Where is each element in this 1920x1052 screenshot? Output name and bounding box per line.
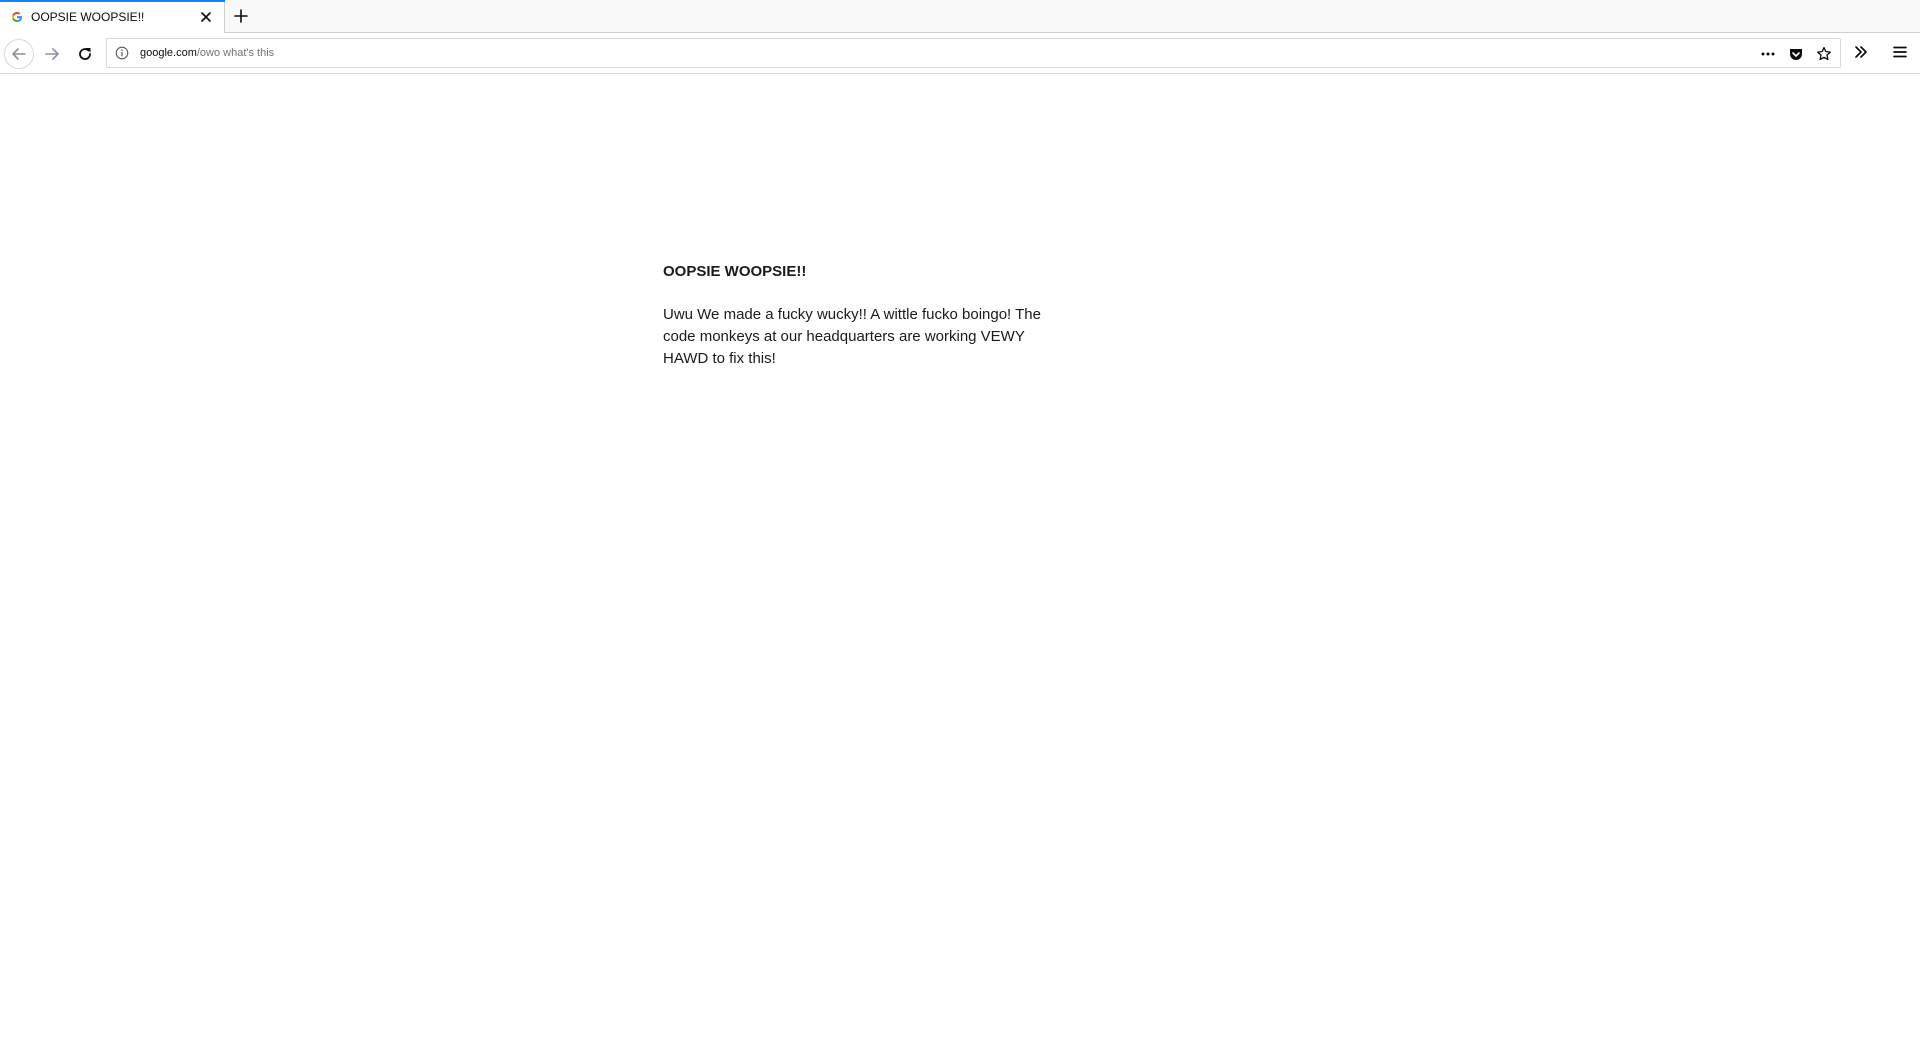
error-message-block: OOPSIE WOOPSIE!! Uwu We made a fucky wuc… (663, 262, 1053, 370)
forward-button[interactable] (40, 42, 64, 66)
back-arrow-icon (12, 48, 26, 60)
tab-title: OOPSIE WOOPSIE!! (31, 10, 145, 24)
info-icon[interactable] (115, 46, 129, 60)
url-bar[interactable]: google.com/owo what's this (106, 38, 1841, 68)
navigation-toolbar: google.com/owo what's this (0, 33, 1920, 74)
url-domain: google.com (140, 47, 197, 59)
page-actions-button[interactable] (1759, 45, 1777, 63)
chevron-double-right-icon (1855, 46, 1867, 58)
reload-icon (79, 48, 91, 60)
error-body-text: Uwu We made a fucky wucky!! A wittle fuc… (663, 306, 1041, 367)
toolbar-overflow-button[interactable] (1851, 42, 1871, 62)
pocket-button[interactable] (1787, 45, 1805, 63)
pocket-icon (1790, 49, 1802, 60)
tab-active[interactable]: OOPSIE WOOPSIE!! (0, 0, 225, 33)
star-icon (1817, 46, 1831, 61)
hamburger-menu-icon (1893, 46, 1907, 58)
more-dots-icon (1761, 52, 1775, 56)
tab-strip: OOPSIE WOOPSIE!! (0, 0, 1920, 33)
forward-arrow-icon (45, 48, 59, 60)
tab-accent-line (0, 0, 225, 2)
url-text[interactable]: google.com/owo what's this (140, 47, 274, 59)
bookmark-star-button[interactable] (1815, 45, 1833, 63)
main-menu-button[interactable] (1890, 42, 1910, 62)
new-tab-plus-icon[interactable] (232, 7, 250, 25)
reload-button[interactable] (73, 42, 97, 66)
url-path: /owo what's this (196, 47, 275, 59)
google-g-icon (12, 12, 22, 22)
error-heading: OOPSIE WOOPSIE!! (663, 263, 807, 280)
back-button[interactable] (4, 39, 34, 69)
close-icon[interactable] (199, 10, 213, 24)
page-content: OOPSIE WOOPSIE!! Uwu We made a fucky wuc… (0, 75, 1920, 1052)
